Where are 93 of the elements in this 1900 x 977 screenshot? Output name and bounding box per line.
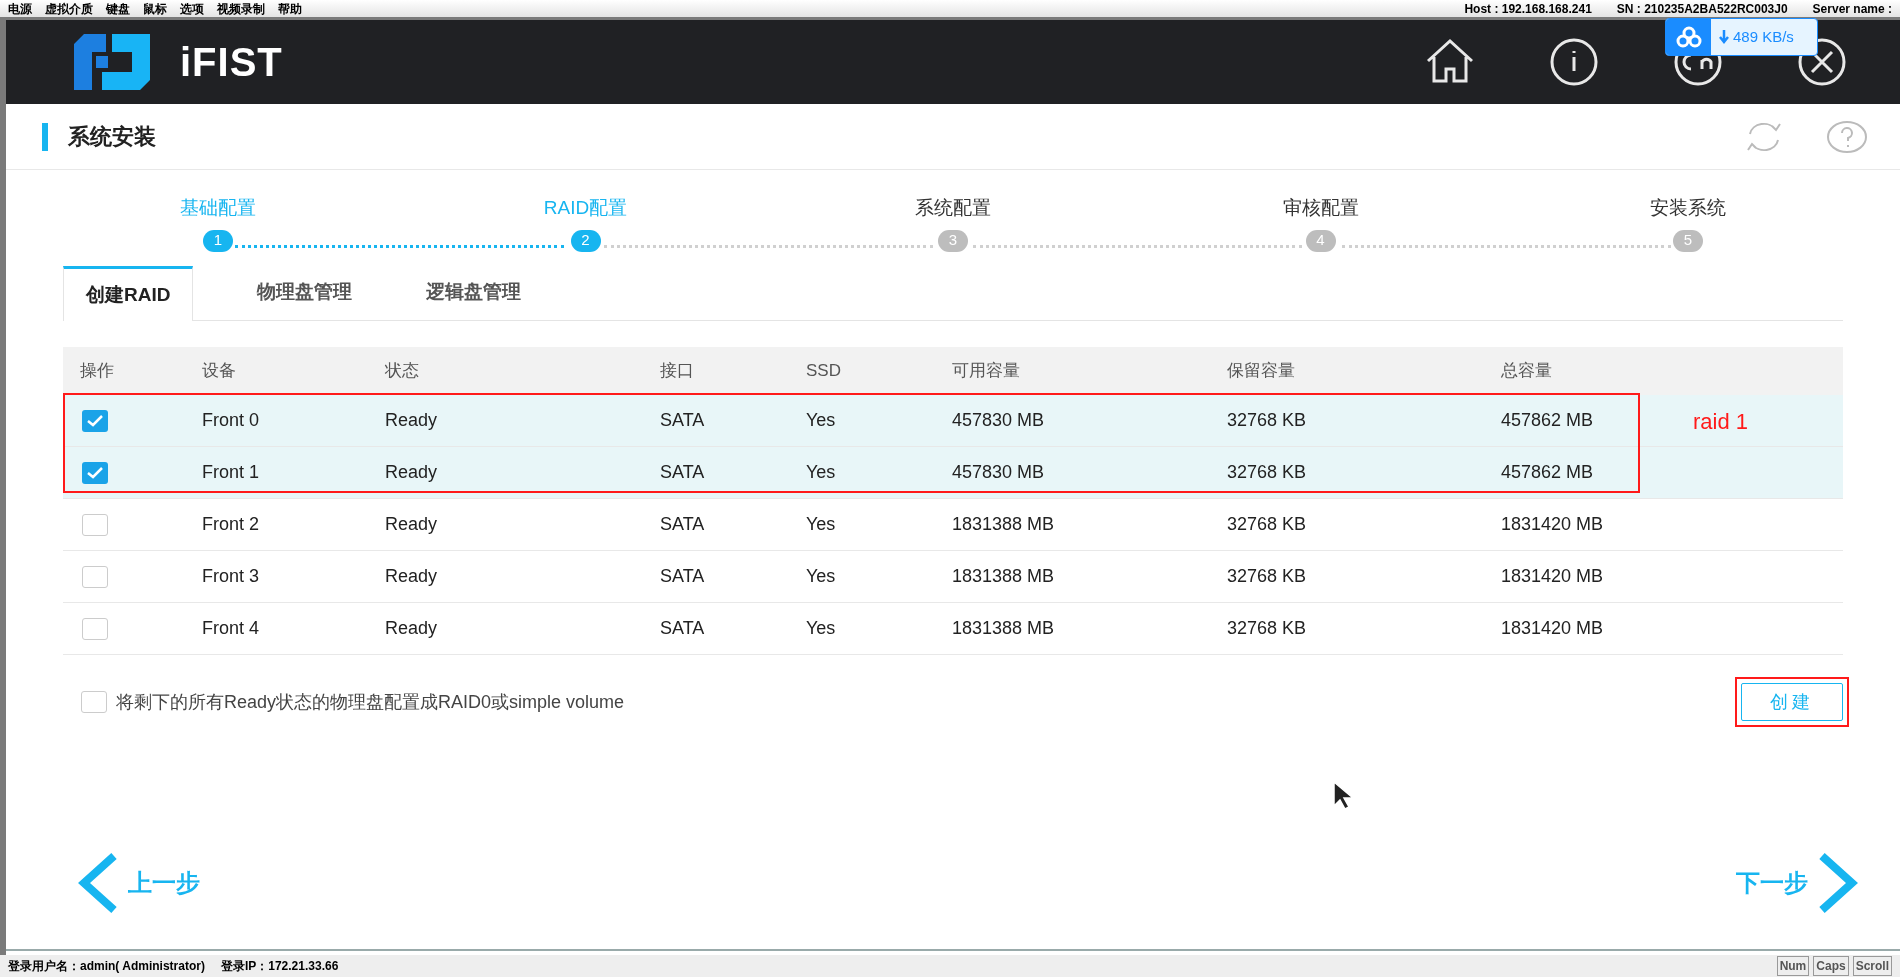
column-header: 保留容量 [1227,360,1296,383]
checkbox[interactable] [81,691,107,713]
tab[interactable]: 创建RAID [63,266,194,321]
column-header: 状态 [385,360,420,383]
download-icon [1719,30,1729,44]
table-cell-text: 457862 MB [1501,461,1594,484]
menu-item[interactable]: 视频录制 [217,0,265,18]
step-number: 5 [1673,229,1703,252]
table-cell-text: 32768 KB [1227,409,1307,432]
title-accent-bar [42,122,48,151]
table-cell-text: Ready [385,409,438,432]
step-number: 2 [570,229,601,252]
table-cell-text: 32768 KB [1227,513,1307,536]
checkmark-icon [87,414,103,427]
checkbox[interactable] [82,565,108,588]
menu-item[interactable]: 鼠标 [143,0,167,18]
info-button[interactable] [1548,36,1600,88]
table-cell-text: 1831420 MB [1501,617,1604,640]
table-cell-text: Yes [806,617,836,640]
login-ip-label: 登录IP：172.21.33.66 [220,958,339,975]
column-header: 操作 [79,360,115,383]
key-indicator: Caps [1813,956,1849,976]
table-cell-text: Front 2 [202,513,260,536]
column-header: 设备 [202,360,237,383]
login-user-label: 登录用户名：admin( Administrator) [8,958,205,975]
column-header: SSD [806,360,842,383]
table-cell-text: 457830 MB [952,409,1045,432]
table-cell-text: 1831388 MB [952,565,1055,588]
table-cell-text: Front 1 [202,461,260,484]
step-label: 基础配置 [180,196,256,220]
table-cell-text: SATA [660,513,705,536]
tab[interactable]: 逻辑盘管理 [394,265,554,320]
step-number: 1 [203,229,233,252]
table-cell-text: Yes [806,409,836,432]
menu-item[interactable]: 键盘 [106,0,130,18]
column-header: 接口 [660,360,695,383]
brand-name: iFIST [180,39,283,86]
cloud-icon [1675,26,1702,48]
step-label: RAID配置 [543,196,628,220]
table-cell-text: SATA [660,565,705,588]
table-cell-text: 1831388 MB [952,617,1055,640]
checkmark-icon [87,466,103,479]
step-number: 3 [938,229,968,252]
server-name-label: Server name : [1812,0,1892,18]
menu-item[interactable]: 帮助 [278,0,302,18]
column-header: 可用容量 [952,360,1021,383]
annotation-label: raid 1 [1693,409,1749,435]
step-number: 4 [1305,229,1336,252]
page-title: 系统安装 [68,123,156,151]
key-indicator: Num [1776,956,1810,976]
table-cell-text: 457862 MB [1501,409,1594,432]
tab[interactable]: 物理盘管理 [225,265,385,320]
step-label: 审核配置 [1282,196,1359,220]
table-cell-text: SATA [660,409,705,432]
table-row[interactable]: Front 1 Ready SATA Yes 457830 MB 32768 KB 457862 MB [63,447,1843,499]
table-cell-text: Ready [385,565,438,588]
checkbox[interactable] [82,513,108,536]
table-cell-text: Front 3 [202,565,260,588]
table-cell-text: Yes [806,513,836,536]
table-cell-text: SATA [660,617,705,640]
close-button[interactable] [1796,36,1848,88]
table-cell-text: 1831388 MB [952,513,1055,536]
step-label: 安装系统 [1650,196,1726,220]
checkbox[interactable] [82,409,108,432]
checkbox[interactable] [82,617,108,640]
table-cell-text: 1831420 MB [1501,513,1604,536]
table-cell-text: Ready [385,617,438,640]
table-cell-text: Ready [385,513,438,536]
host-label: Host : 192.168.168.241 [1464,0,1592,18]
table-cell-text: Front 4 [202,617,260,640]
table-cell-text: Ready [385,461,438,484]
table-cell-text: SATA [660,461,705,484]
table-cell-text: 32768 KB [1227,461,1307,484]
checkbox[interactable] [82,461,108,484]
option-label: 将剩下的所有Ready状态的物理盘配置成RAID0或simple volume [116,690,625,714]
table-row[interactable]: Front 0 Ready SATA Yes 457830 MB 32768 KB 457862 MB raid 1 [63,395,1843,447]
key-indicator: Scroll [1852,956,1892,976]
table-cell-text: 32768 KB [1227,565,1307,588]
table-cell-text: 1831420 MB [1501,565,1604,588]
column-header: 总容量 [1501,360,1553,383]
menu-item[interactable]: 电源 [8,0,32,18]
table-cell-text: 457830 MB [952,461,1045,484]
table-cell-text: Yes [806,565,836,588]
help-icon[interactable] [1826,119,1868,154]
table-cell-text: 32768 KB [1227,617,1307,640]
menu-item[interactable]: 虚拟介质 [45,0,93,18]
menu-item[interactable]: 选项 [180,0,204,18]
download-speed: 489 KB/s [1733,26,1794,47]
logo-icon [74,34,150,90]
table-cell-text: Yes [806,461,836,484]
step-label: 系统配置 [915,196,991,220]
table-cell-text: Front 0 [202,409,260,432]
serial-label: SN : 210235A2BA522RC003J0 [1616,0,1788,18]
